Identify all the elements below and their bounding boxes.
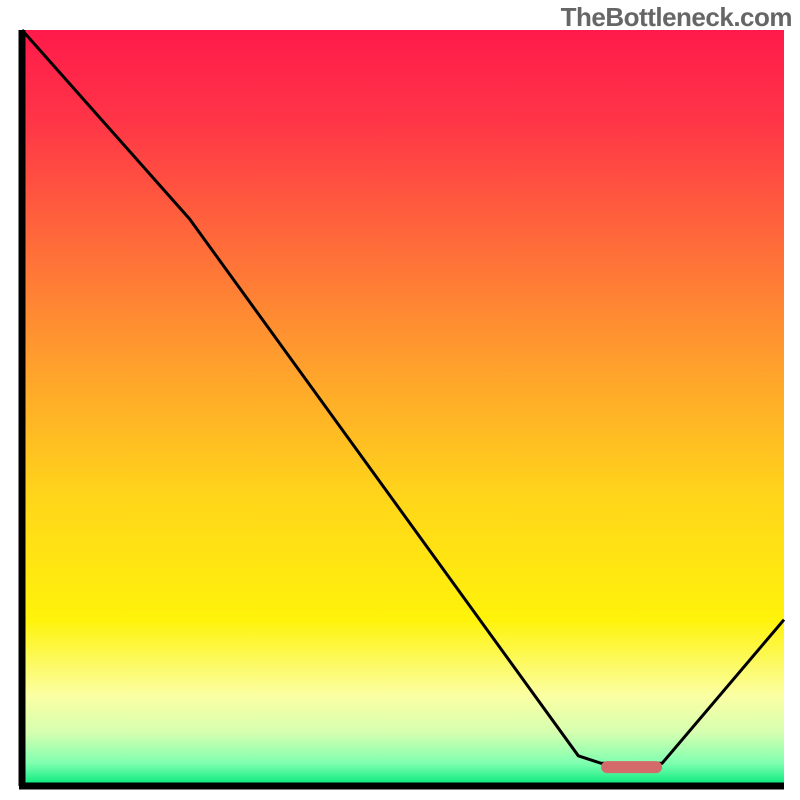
- chart-container: TheBottleneck.com: [0, 0, 800, 800]
- sweet-spot-marker: [601, 761, 662, 773]
- watermark-text: TheBottleneck.com: [561, 2, 792, 33]
- plot-area: [19, 30, 784, 786]
- bottleneck-chart: [0, 0, 800, 800]
- plot-background: [22, 30, 784, 786]
